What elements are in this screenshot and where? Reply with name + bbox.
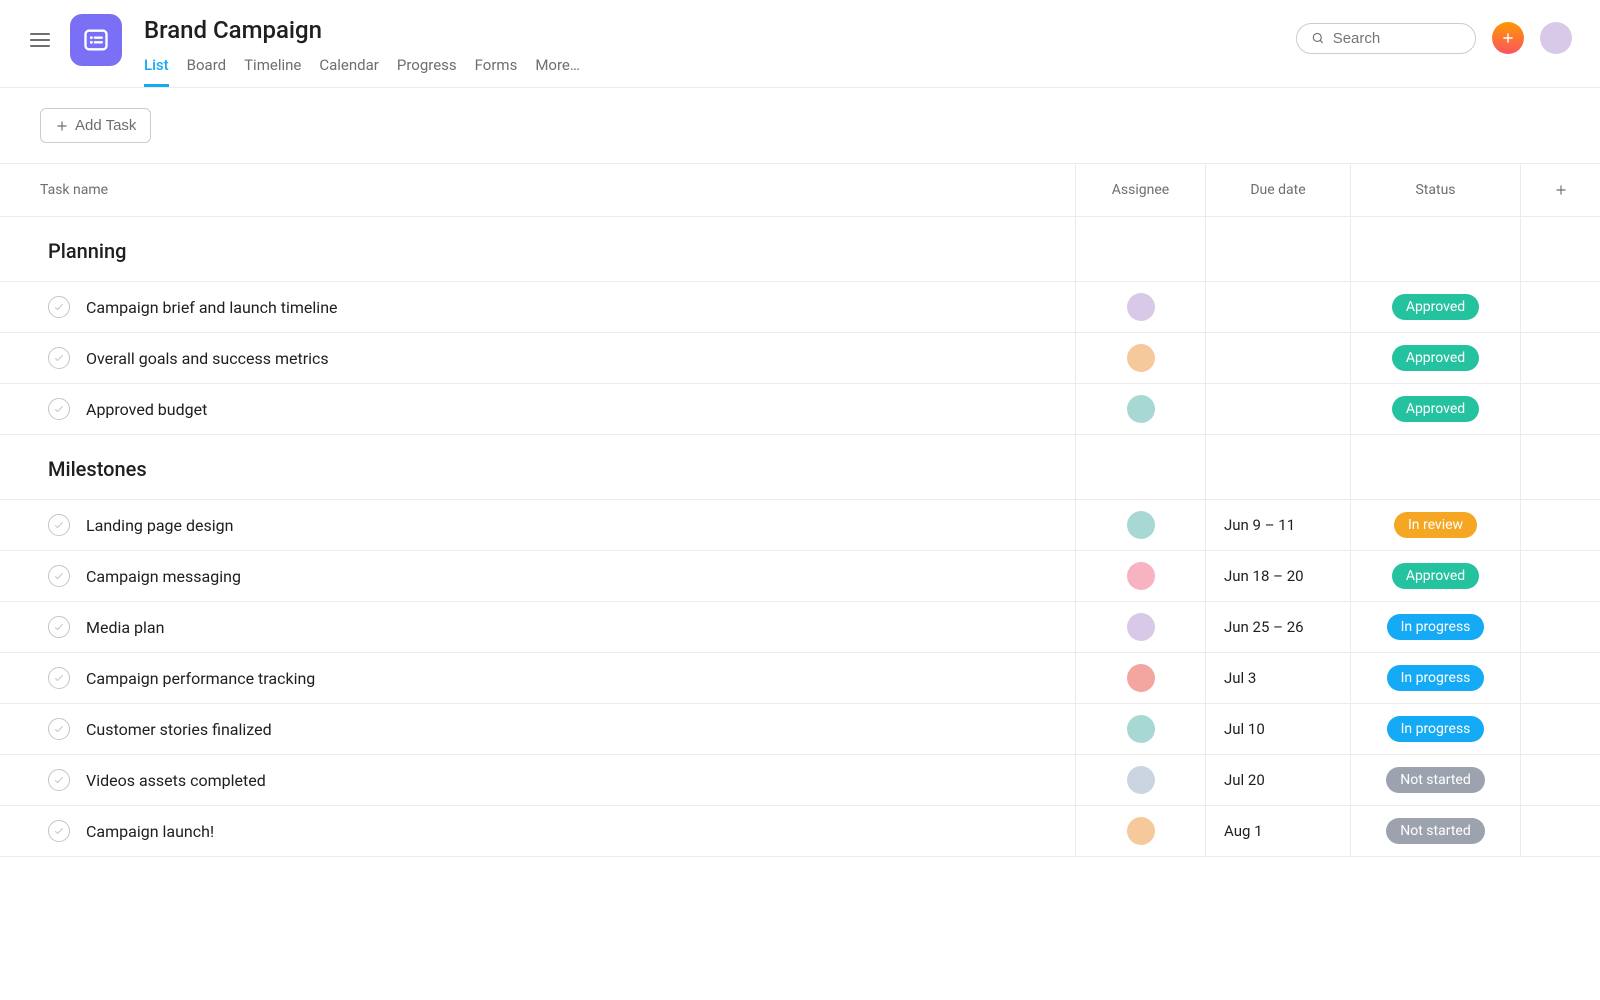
due-date-cell[interactable] <box>1205 384 1350 434</box>
tab-calendar[interactable]: Calendar <box>319 56 379 87</box>
task-row[interactable]: Media plan <box>0 602 1075 652</box>
tab-timeline[interactable]: Timeline <box>244 56 301 87</box>
due-date-cell[interactable]: Jul 10 <box>1205 704 1350 754</box>
task-row[interactable]: Landing page design <box>0 500 1075 550</box>
task-name: Approved budget <box>86 400 207 419</box>
complete-check-icon[interactable] <box>48 514 70 536</box>
status-badge[interactable]: In progress <box>1387 665 1485 691</box>
status-badge[interactable]: Approved <box>1392 396 1479 422</box>
due-date-cell[interactable]: Jun 18 – 20 <box>1205 551 1350 601</box>
status-badge[interactable]: Approved <box>1392 294 1479 320</box>
search-input-wrapper[interactable] <box>1296 23 1476 54</box>
project-title: Brand Campaign <box>144 16 1296 44</box>
plus-icon <box>55 119 69 133</box>
due-date-cell[interactable]: Jun 9 – 11 <box>1205 500 1350 550</box>
tab-list[interactable]: List <box>144 56 169 87</box>
task-row[interactable]: Campaign brief and launch timeline <box>0 282 1075 332</box>
task-name: Campaign launch! <box>86 822 214 841</box>
status-badge[interactable]: In review <box>1394 512 1477 538</box>
status-badge[interactable]: In progress <box>1387 614 1485 640</box>
add-task-button[interactable]: Add Task <box>40 108 151 143</box>
task-row[interactable]: Videos assets completed <box>0 755 1075 805</box>
plus-icon <box>1501 31 1515 45</box>
due-date-cell[interactable]: Aug 1 <box>1205 806 1350 856</box>
task-row[interactable]: Campaign launch! <box>0 806 1075 856</box>
task-row[interactable]: Customer stories finalized <box>0 704 1075 754</box>
complete-check-icon[interactable] <box>48 296 70 318</box>
tab-more[interactable]: More… <box>535 56 580 87</box>
complete-check-icon[interactable] <box>48 347 70 369</box>
complete-check-icon[interactable] <box>48 616 70 638</box>
hamburger-menu-icon[interactable] <box>28 28 52 52</box>
status-badge[interactable]: Approved <box>1392 563 1479 589</box>
status-badge[interactable]: Not started <box>1386 818 1484 844</box>
task-name: Campaign messaging <box>86 567 241 586</box>
search-icon <box>1311 30 1325 46</box>
task-row[interactable]: Campaign performance tracking <box>0 653 1075 703</box>
assignee-avatar[interactable] <box>1127 562 1155 590</box>
section-header[interactable]: Milestones <box>0 435 1075 499</box>
assignee-avatar[interactable] <box>1127 817 1155 845</box>
due-date-cell[interactable]: Jul 20 <box>1205 755 1350 805</box>
due-date-cell[interactable]: Jul 3 <box>1205 653 1350 703</box>
project-icon <box>70 14 122 66</box>
task-row[interactable]: Campaign messaging <box>0 551 1075 601</box>
column-header-due: Due date <box>1205 164 1350 216</box>
assignee-avatar[interactable] <box>1127 766 1155 794</box>
status-badge[interactable]: Not started <box>1386 767 1484 793</box>
task-name: Customer stories finalized <box>86 720 272 739</box>
assignee-avatar[interactable] <box>1127 344 1155 372</box>
plus-icon <box>1554 183 1568 197</box>
due-date-cell[interactable]: Jun 25 – 26 <box>1205 602 1350 652</box>
status-badge[interactable]: In progress <box>1387 716 1485 742</box>
assignee-avatar[interactable] <box>1127 613 1155 641</box>
complete-check-icon[interactable] <box>48 718 70 740</box>
section-header[interactable]: Planning <box>0 217 1075 281</box>
complete-check-icon[interactable] <box>48 398 70 420</box>
task-name: Campaign brief and launch timeline <box>86 298 338 317</box>
column-header-task: Task name <box>0 164 1075 216</box>
user-avatar[interactable] <box>1540 22 1572 54</box>
column-header-status: Status <box>1350 164 1520 216</box>
task-row[interactable]: Overall goals and success metrics <box>0 333 1075 383</box>
complete-check-icon[interactable] <box>48 667 70 689</box>
task-row[interactable]: Approved budget <box>0 384 1075 434</box>
tab-forms[interactable]: Forms <box>475 56 518 87</box>
status-badge[interactable]: Approved <box>1392 345 1479 371</box>
tab-board[interactable]: Board <box>187 56 226 87</box>
assignee-avatar[interactable] <box>1127 293 1155 321</box>
task-name: Landing page design <box>86 516 233 535</box>
search-input[interactable] <box>1333 30 1461 47</box>
add-task-label: Add Task <box>75 117 136 134</box>
due-date-cell[interactable] <box>1205 333 1350 383</box>
complete-check-icon[interactable] <box>48 769 70 791</box>
assignee-avatar[interactable] <box>1127 664 1155 692</box>
assignee-avatar[interactable] <box>1127 511 1155 539</box>
assignee-avatar[interactable] <box>1127 395 1155 423</box>
create-button[interactable] <box>1492 22 1524 54</box>
complete-check-icon[interactable] <box>48 565 70 587</box>
due-date-cell[interactable] <box>1205 282 1350 332</box>
assignee-avatar[interactable] <box>1127 715 1155 743</box>
task-name: Videos assets completed <box>86 771 266 790</box>
column-header-assignee: Assignee <box>1075 164 1205 216</box>
task-name: Overall goals and success metrics <box>86 349 329 368</box>
task-name: Media plan <box>86 618 164 637</box>
complete-check-icon[interactable] <box>48 820 70 842</box>
add-column-button[interactable] <box>1520 164 1600 216</box>
task-name: Campaign performance tracking <box>86 669 315 688</box>
tab-progress[interactable]: Progress <box>397 56 457 87</box>
